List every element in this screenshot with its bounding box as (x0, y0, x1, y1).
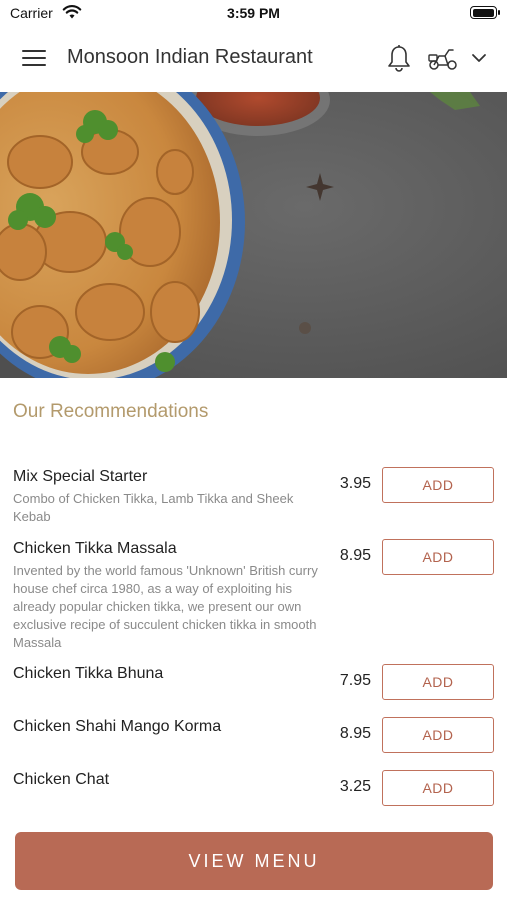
status-time: 3:59 PM (227, 5, 280, 21)
item-price: 7.95 (339, 672, 371, 689)
hamburger-menu-icon[interactable] (22, 50, 46, 68)
app-header: Monsoon Indian Restaurant (0, 28, 507, 92)
item-name: Mix Special Starter (13, 468, 148, 485)
item-price: 8.95 (339, 547, 371, 564)
add-button[interactable]: ADD (382, 467, 494, 503)
item-description: Combo of Chicken Tikka, Lamb Tikka and S… (13, 491, 294, 524)
curry-dish-illustration (0, 92, 507, 378)
hero-food-image (0, 92, 507, 378)
add-button[interactable]: ADD (382, 664, 494, 700)
view-menu-button[interactable]: VIEW MENU (15, 832, 493, 890)
item-name: Chicken Shahi Mango Korma (13, 718, 222, 735)
status-bar: Carrier 3:59 PM (0, 0, 507, 28)
page-title: Monsoon Indian Restaurant (67, 46, 313, 68)
item-description: Invented by the world famous 'Unknown' B… (13, 563, 318, 650)
add-button[interactable]: ADD (382, 770, 494, 806)
chevron-down-icon[interactable] (470, 50, 488, 66)
item-price: 8.95 (339, 725, 371, 742)
scooter-icon[interactable] (427, 46, 459, 72)
item-name: Chicken Tikka Bhuna (13, 665, 164, 682)
item-name: Chicken Tikka Massala (13, 540, 177, 557)
bell-icon[interactable] (386, 44, 412, 74)
item-price: 3.95 (339, 475, 371, 492)
item-name: Chicken Chat (13, 771, 110, 788)
add-button[interactable]: ADD (382, 539, 494, 575)
section-title-recommendations: Our Recommendations (13, 401, 209, 422)
battery-icon (470, 6, 500, 19)
item-price: 3.25 (339, 778, 371, 795)
add-button[interactable]: ADD (382, 717, 494, 753)
